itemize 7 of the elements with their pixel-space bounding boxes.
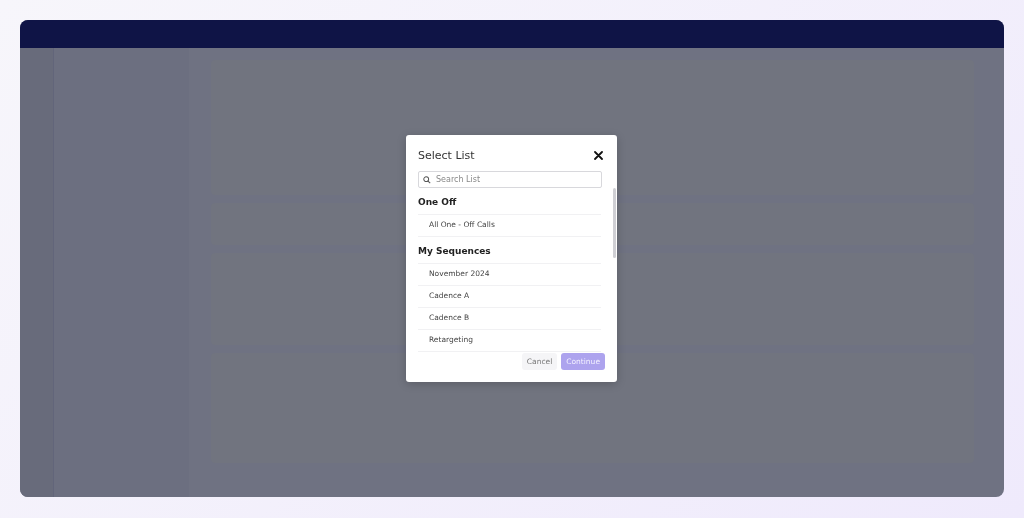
search-icon <box>423 176 431 184</box>
scrollbar-thumb[interactable] <box>613 188 616 258</box>
section-heading: One Off <box>418 197 601 215</box>
search-field[interactable]: Search List <box>418 171 602 188</box>
section-heading: My Sequences <box>418 246 601 264</box>
dialog-title: Select List <box>418 148 475 162</box>
close-button[interactable] <box>593 150 603 160</box>
